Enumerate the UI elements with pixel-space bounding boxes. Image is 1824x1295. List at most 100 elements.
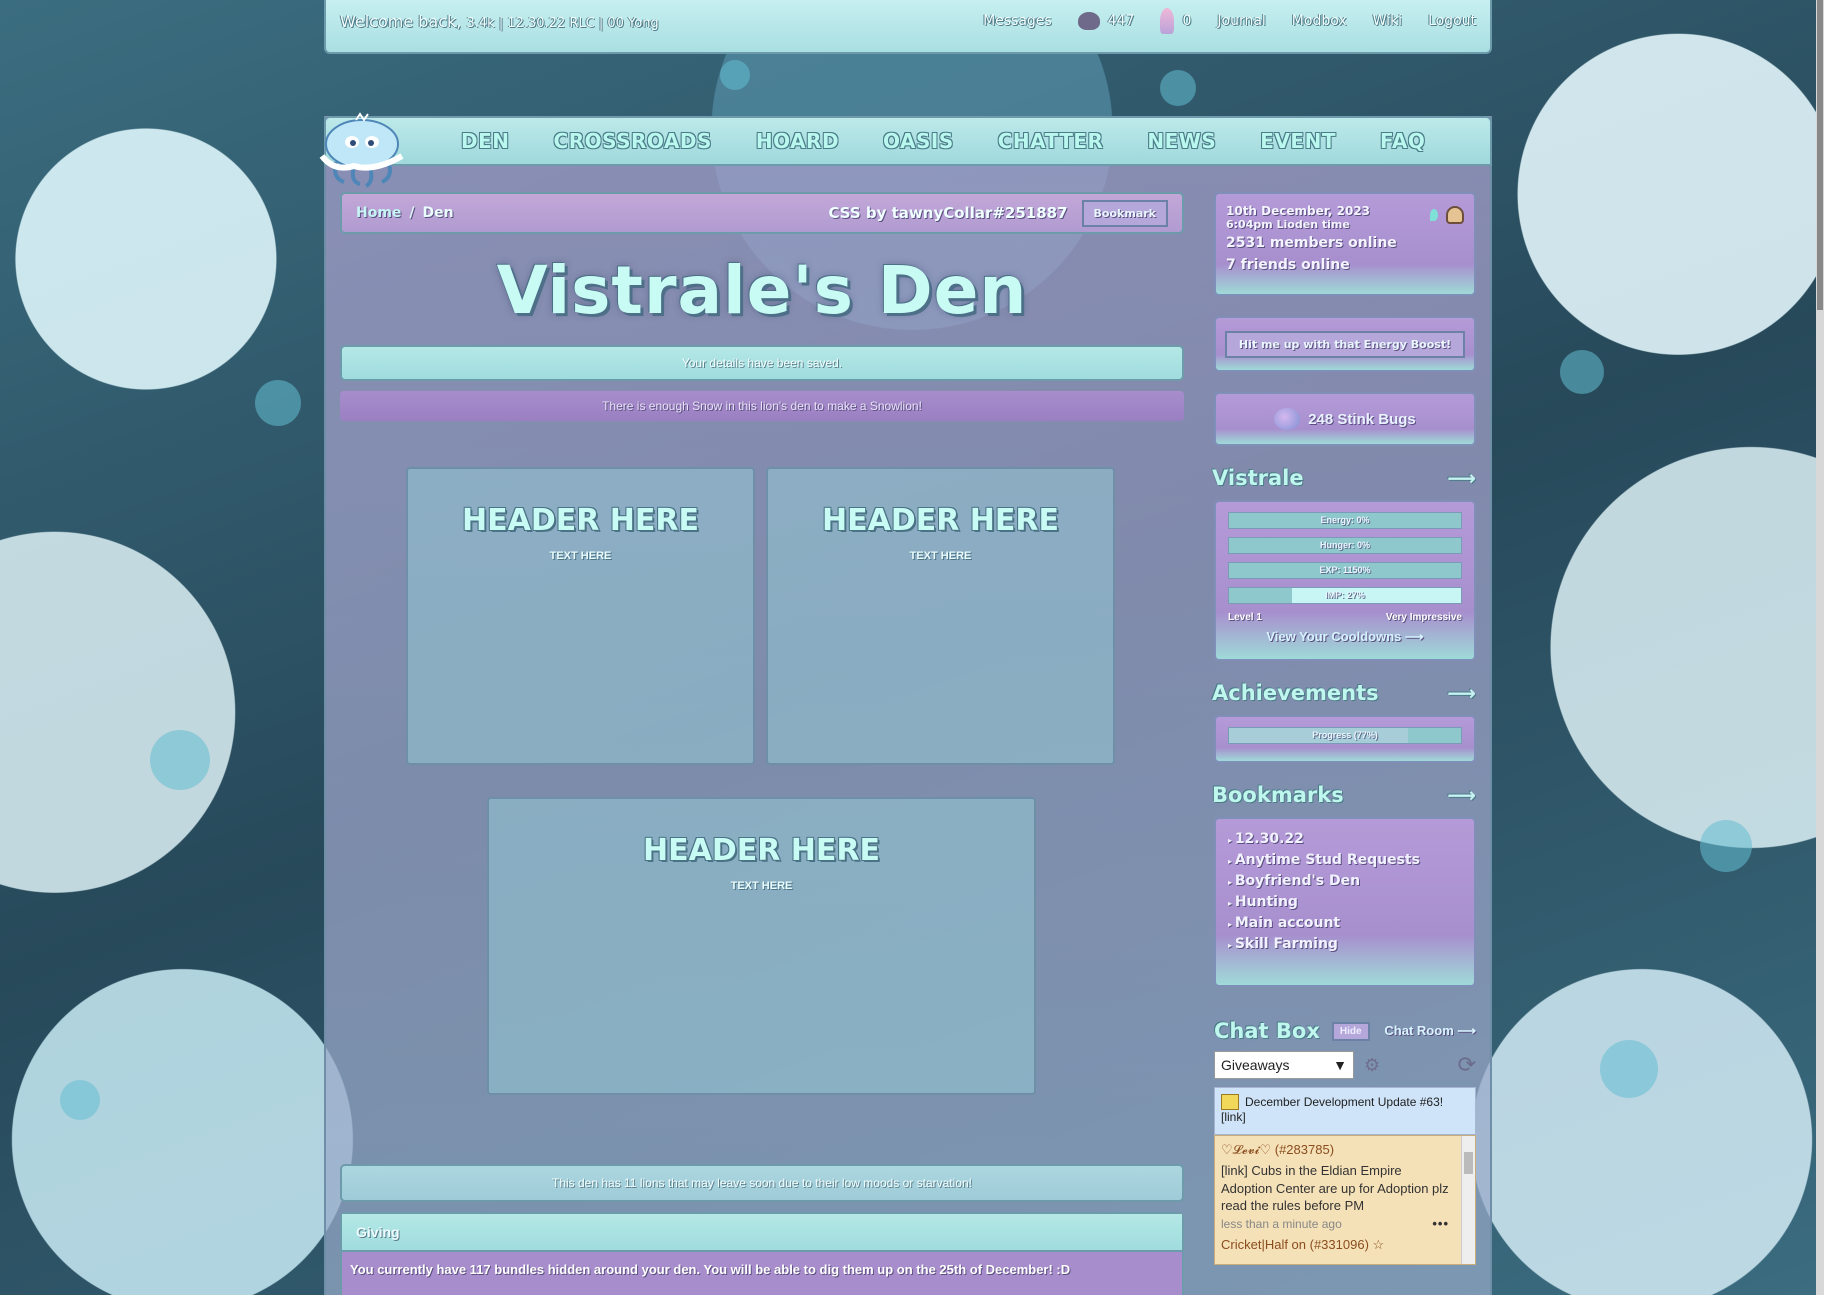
box-header: HEADER HERE [643, 833, 880, 868]
arrow-right-icon[interactable]: ⟶ [1447, 466, 1476, 490]
custom-box-1: HEADER HERE TEXT HERE [406, 467, 755, 765]
lion-section-title: Vistrale ⟶ [1212, 466, 1476, 490]
bookmarks-link[interactable]: Bookmarks [1212, 783, 1344, 807]
achievements-link[interactable]: Achievements [1212, 681, 1379, 705]
currency-jellies: 447 [1077, 12, 1134, 30]
potion-icon [1160, 8, 1175, 34]
date-card: 10th December, 2023 6:04pm Lioden time 2… [1214, 192, 1476, 296]
giving-header: Giving [342, 1214, 1182, 1252]
nav-crossroads[interactable]: CROSSROADS [554, 129, 712, 153]
lion-name-link[interactable]: Vistrale [1212, 466, 1304, 490]
arrow-right-icon[interactable]: ⟶ [1447, 681, 1476, 705]
chat-channel-select[interactable]: Giveaways ▼ [1214, 1051, 1354, 1079]
custom-box-3: HEADER HERE TEXT HERE [487, 797, 1036, 1095]
box-text: TEXT HERE [909, 550, 972, 562]
breadcrumb: Home / Den CSS by tawnyCollar#251887 Boo… [340, 192, 1184, 234]
box-header: HEADER HERE [462, 503, 699, 538]
bookmark-item[interactable]: 12.30.22 [1228, 831, 1462, 847]
bookmark-item[interactable]: Boyfriend's Den [1228, 873, 1462, 889]
date-text: 10th December, 2023 [1226, 204, 1371, 218]
chevron-down-icon: ▼ [1333, 1057, 1347, 1073]
saved-notice: Your details have been saved. [340, 345, 1184, 381]
achievements-title: Achievements ⟶ [1212, 681, 1476, 705]
box-text: TEXT HERE [730, 880, 793, 892]
chat-box-header: Chat Box Hide Chat Room ⟶ [1214, 1019, 1476, 1043]
impression-text: Very Impressive [1385, 612, 1462, 623]
chat-author[interactable]: ♡𝓛𝓮𝓿𝓲♡ (#283785) [1221, 1142, 1455, 1158]
chat-news-banner: December Development Update #63! [link] [1214, 1087, 1476, 1135]
nav-oasis[interactable]: OASIS [883, 129, 954, 153]
nav-faq[interactable]: FAQ [1380, 129, 1425, 153]
box-header: HEADER HERE [822, 503, 1059, 538]
friends-online[interactable]: 7 friends online [1226, 257, 1464, 273]
level-text: Level 1 [1228, 612, 1262, 623]
bookmark-item[interactable]: Main account [1228, 915, 1462, 931]
breadcrumb-home[interactable]: Home [356, 205, 401, 221]
bookmark-item[interactable]: Anytime Stud Requests [1228, 852, 1462, 868]
breadcrumb-current: Den [422, 205, 454, 221]
journal-link[interactable]: Journal [1217, 13, 1265, 29]
chat-time: less than a minute ago [1221, 1216, 1342, 1231]
news-text: December Development Update #63! [1245, 1095, 1444, 1109]
nav-den[interactable]: DEN [461, 129, 510, 153]
giving-text: You currently have 117 bundles hidden ar… [350, 1262, 1071, 1277]
messages-link[interactable]: Messages [983, 13, 1052, 29]
more-options-icon[interactable]: ••• [1432, 1216, 1449, 1231]
main-nav: DEN CROSSROADS HOARD OASIS CHATTER NEWS … [324, 116, 1492, 166]
bookmark-item[interactable]: Hunting [1228, 894, 1462, 910]
chat-scrollbar[interactable] [1461, 1136, 1475, 1264]
hunger-bar: Hunger: 0% [1228, 537, 1462, 554]
page-title: Vistrale's Den [496, 252, 1028, 329]
jellyfish-mascot-logo[interactable] [314, 112, 410, 188]
snow-notice: There is enough Snow in this lion's den … [340, 391, 1184, 421]
currency-gems: 0 [1160, 8, 1191, 34]
time-text: 6:04pm Lioden time [1226, 218, 1350, 231]
box-text: TEXT HERE [549, 550, 612, 562]
bookmarks-title: Bookmarks ⟶ [1212, 783, 1476, 807]
nav-hoard[interactable]: HOARD [756, 129, 839, 153]
cooldowns-link[interactable]: View Your Cooldowns ⟶ [1228, 629, 1462, 645]
news-link[interactable]: [link] [1221, 1110, 1246, 1124]
refresh-icon[interactable]: ⟳ [1458, 1052, 1476, 1078]
sidebar: 10th December, 2023 6:04pm Lioden time 2… [1212, 192, 1476, 1265]
energy-card: Hit me up with that Energy Boost! [1214, 316, 1476, 372]
achievement-progress-bar: Progress (77%) [1228, 727, 1462, 744]
page-scrollbar[interactable] [1816, 0, 1824, 1295]
members-online[interactable]: 2531 members online [1226, 235, 1464, 251]
energy-boost-button[interactable]: Hit me up with that Energy Boost! [1224, 330, 1466, 358]
nav-news[interactable]: NEWS [1147, 129, 1216, 153]
cupcake-icon[interactable] [1446, 206, 1464, 224]
nav-chatter[interactable]: CHATTER [998, 129, 1104, 153]
css-credit: CSS by tawnyCollar#251887 [828, 204, 1068, 222]
jelly-icon [1077, 12, 1100, 30]
modbox-link[interactable]: Modbox [1292, 13, 1347, 29]
chat-box-title: Chat Box [1214, 1019, 1320, 1043]
gear-icon[interactable]: ⚙ [1364, 1055, 1380, 1076]
giving-section: Giving You currently have 117 bundles hi… [340, 1212, 1184, 1295]
top-bar: Welcome back, 3.4k | 12.30.22 RLC | 00 Y… [324, 0, 1492, 54]
lion-stats-card: Energy: 0% Hunger: 0% EXP: 1150% IMP: 27… [1214, 500, 1476, 661]
pin-icon [1430, 209, 1438, 221]
nav-event[interactable]: EVENT [1260, 129, 1336, 153]
chat-room-link[interactable]: Chat Room ⟶ [1384, 1023, 1476, 1039]
main-column: Home / Den CSS by tawnyCollar#251887 Boo… [340, 192, 1184, 1111]
imp-bar: IMP: 27% [1228, 587, 1462, 604]
chat-author[interactable]: Cricket|Half on (#331096) ☆ [1221, 1237, 1455, 1253]
news-icon [1221, 1094, 1239, 1110]
logout-link[interactable]: Logout [1428, 13, 1476, 29]
chat-message: [link] Cubs in the Eldian Empire Adoptio… [1221, 1163, 1449, 1214]
bookmark-button[interactable]: Bookmark [1081, 199, 1168, 227]
wiki-link[interactable]: Wiki [1373, 13, 1402, 29]
welcome-sub: 3.4k | 12.30.22 RLC | 00 Yong [466, 15, 659, 31]
custom-box-2: HEADER HERE TEXT HERE [766, 467, 1115, 765]
stink-bugs-card: 248 Stink Bugs [1214, 392, 1476, 446]
exp-bar: EXP: 1150% [1228, 562, 1462, 579]
arrow-right-icon[interactable]: ⟶ [1447, 783, 1476, 807]
bookmark-item[interactable]: Skill Farming [1228, 936, 1462, 952]
achievements-card: Progress (77%) [1214, 715, 1476, 763]
stink-bug-icon [1274, 408, 1301, 430]
chat-messages: ♡𝓛𝓮𝓿𝓲♡ (#283785) [link] Cubs in the Eldi… [1214, 1135, 1476, 1265]
stink-bugs-count: 248 Stink Bugs [1308, 410, 1416, 428]
bookmarks-card: 12.30.22 Anytime Stud Requests Boyfriend… [1214, 817, 1476, 987]
hide-chat-button[interactable]: Hide [1331, 1021, 1370, 1041]
